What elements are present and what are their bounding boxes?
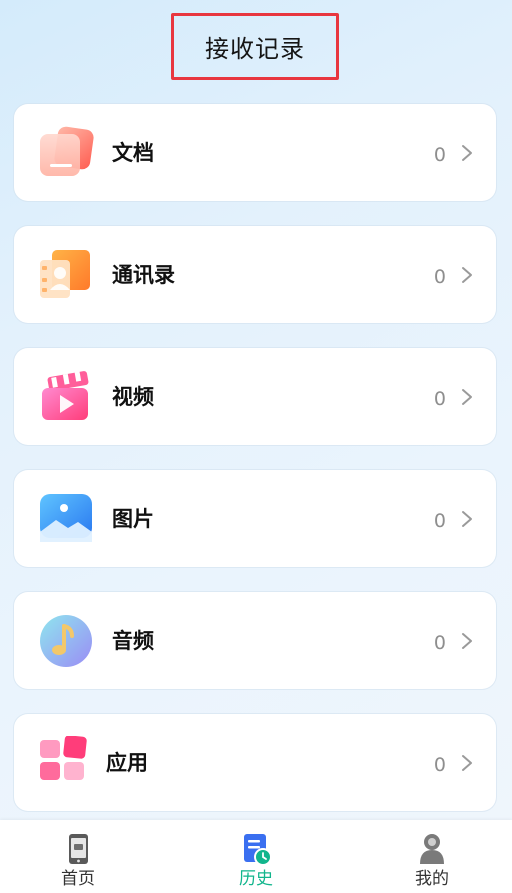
- record-label: 应用: [106, 751, 148, 775]
- bottom-tab-bar: 首页 历史 我的: [0, 820, 512, 893]
- record-card-video[interactable]: 视频 0: [14, 348, 496, 445]
- chevron-right-icon: [462, 389, 472, 405]
- phone-icon: [69, 834, 88, 864]
- chevron-right-icon: [462, 755, 472, 771]
- record-count: 0: [433, 632, 446, 654]
- record-card-apps[interactable]: 应用 0: [14, 714, 496, 811]
- chevron-right-icon: [462, 633, 472, 649]
- record-count: 0: [433, 510, 446, 532]
- record-label: 图片: [112, 507, 154, 531]
- document-icon: [40, 126, 94, 176]
- chevron-right-icon: [462, 511, 472, 527]
- contacts-icon: [40, 250, 90, 298]
- tab-history[interactable]: 历史: [196, 820, 316, 893]
- tab-profile[interactable]: 我的: [372, 820, 492, 893]
- profile-icon: [420, 834, 444, 864]
- record-label: 视频: [112, 385, 154, 409]
- audio-icon: [40, 615, 92, 667]
- chevron-right-icon: [462, 267, 472, 283]
- record-card-documents[interactable]: 文档 0: [14, 104, 496, 201]
- record-count: 0: [433, 388, 446, 410]
- record-count: 0: [433, 266, 446, 288]
- record-card-images[interactable]: 图片 0: [14, 470, 496, 567]
- record-label: 文档: [112, 141, 154, 165]
- page-title-text: 接收记录: [205, 35, 305, 63]
- apps-icon: [40, 736, 87, 780]
- record-label: 通讯录: [112, 263, 175, 287]
- record-card-audio[interactable]: 音频 0: [14, 592, 496, 689]
- record-card-contacts[interactable]: 通讯录 0: [14, 226, 496, 323]
- record-count: 0: [433, 754, 446, 776]
- chevron-right-icon: [462, 145, 472, 161]
- record-label: 音频: [112, 629, 154, 653]
- image-icon: [40, 494, 92, 542]
- page-title: 接收记录: [171, 13, 339, 80]
- tab-label: 我的: [415, 869, 449, 889]
- record-count: 0: [433, 144, 446, 166]
- tab-label: 历史: [239, 869, 273, 889]
- history-icon: [244, 834, 272, 866]
- tab-label: 首页: [61, 869, 95, 889]
- video-icon: [42, 370, 89, 420]
- tab-home[interactable]: 首页: [18, 820, 138, 893]
